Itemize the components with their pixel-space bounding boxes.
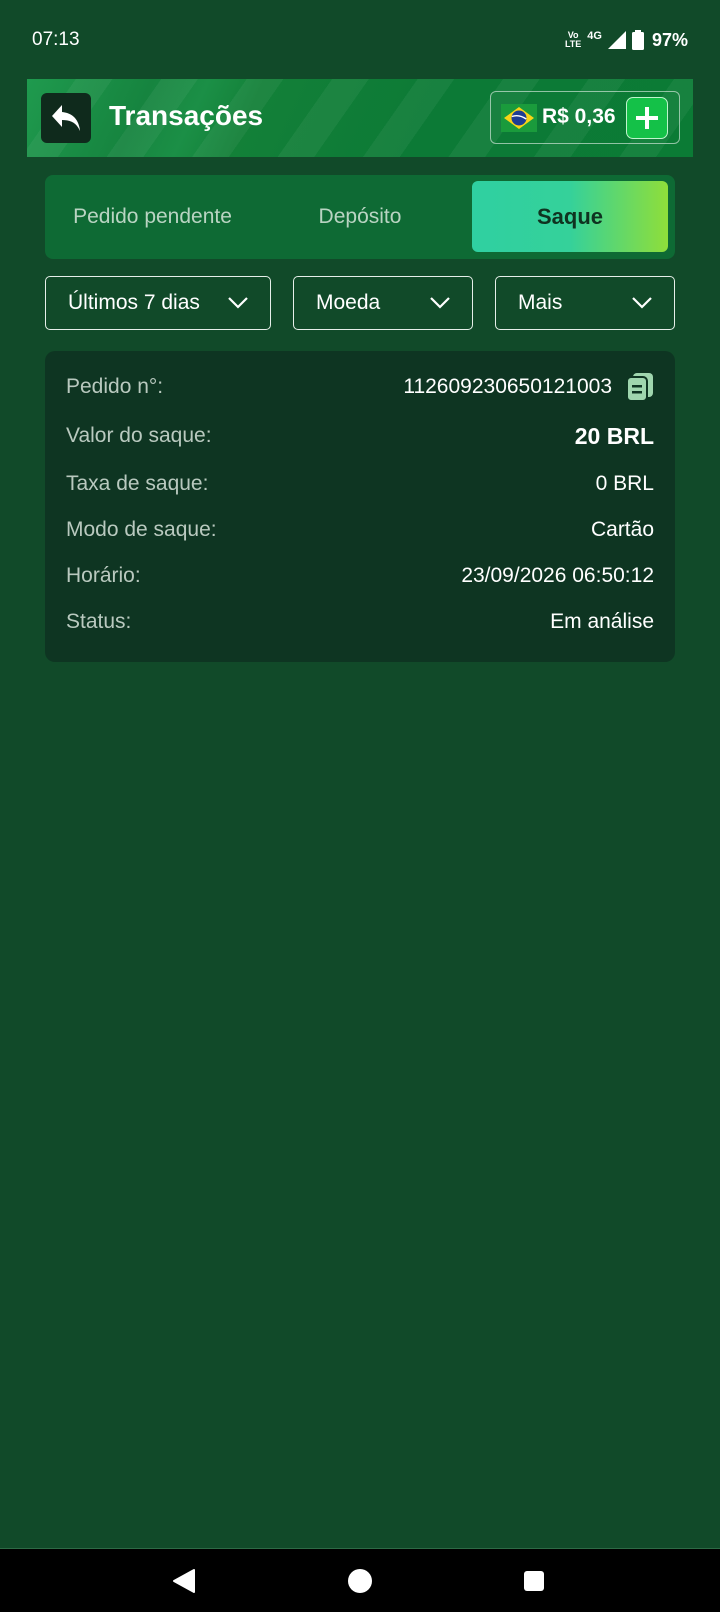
- withdraw-amount-label: Valor do saque:: [66, 424, 212, 447]
- battery-icon: [631, 30, 644, 50]
- withdraw-mode-row: Modo de saque: Cartão: [66, 515, 654, 545]
- status-value: Em análise: [550, 610, 654, 633]
- currency-filter-dropdown[interactable]: Moeda: [293, 276, 473, 330]
- order-number-row: Pedido n°: 112609230650121003: [66, 372, 654, 402]
- status-label: Status:: [66, 610, 132, 633]
- period-filter-dropdown[interactable]: Últimos 7 dias: [45, 276, 271, 330]
- plus-icon: [636, 107, 658, 129]
- currency-filter-label: Moeda: [316, 291, 381, 314]
- withdraw-fee-value: 0 BRL: [595, 472, 654, 495]
- chevron-down-icon: [430, 297, 450, 309]
- nav-back-button[interactable]: [170, 1567, 198, 1595]
- status-row: Status: Em análise: [66, 607, 654, 637]
- transaction-card: Pedido n°: 112609230650121003 Valor do s…: [45, 351, 675, 662]
- withdraw-fee-label: Taxa de saque:: [66, 472, 209, 495]
- withdraw-fee-row: Taxa de saque: 0 BRL: [66, 469, 654, 499]
- time-value: 23/09/2026 06:50:12: [461, 564, 654, 587]
- back-button[interactable]: [41, 93, 91, 143]
- time-row: Horário: 23/09/2026 06:50:12: [66, 561, 654, 591]
- add-funds-button[interactable]: [626, 97, 668, 139]
- nav-recents-button[interactable]: [520, 1567, 548, 1595]
- more-filter-label: Mais: [518, 291, 563, 314]
- balance-box[interactable]: R$ 0,36: [490, 91, 680, 144]
- withdraw-mode-label: Modo de saque:: [66, 518, 217, 541]
- time-label: Horário:: [66, 564, 141, 587]
- balance-amount: R$ 0,36: [542, 105, 616, 128]
- withdraw-mode-value: Cartão: [590, 518, 654, 541]
- signal-icon: [607, 31, 626, 49]
- chevron-down-icon: [228, 297, 248, 309]
- status-bar: 07:13 Vo LTE 4G 97%: [0, 0, 720, 80]
- tab-pending-order[interactable]: Pedido pendente: [45, 181, 260, 252]
- page-title: Transações: [109, 100, 264, 131]
- circle-home-icon: [348, 1569, 372, 1593]
- status-time: 07:13: [32, 29, 80, 50]
- triangle-back-icon: [173, 1569, 195, 1593]
- volte-icon: Vo LTE: [564, 30, 582, 49]
- back-arrow-icon: [52, 105, 80, 131]
- chevron-down-icon: [632, 297, 652, 309]
- tab-withdraw[interactable]: Saque: [472, 181, 668, 252]
- top-header: Transações R$ 0,36: [27, 79, 693, 157]
- transaction-tabs: Pedido pendente Depósito Saque: [45, 175, 675, 259]
- withdraw-amount-value: 20 BRL: [574, 422, 654, 449]
- network-type: 4G: [587, 30, 602, 42]
- order-number-label: Pedido n°:: [66, 375, 164, 398]
- status-icons: Vo LTE 4G 97%: [565, 30, 688, 51]
- order-number-value: 112609230650121003: [403, 375, 612, 398]
- battery-percent: 97%: [651, 29, 688, 50]
- withdraw-amount-row: Valor do saque: 20 BRL: [66, 421, 654, 451]
- nav-home-button[interactable]: [346, 1567, 374, 1595]
- period-filter-label: Últimos 7 dias: [68, 291, 200, 314]
- copy-icon[interactable]: [626, 372, 654, 402]
- more-filter-dropdown[interactable]: Mais: [495, 276, 675, 330]
- order-number-value-group: 112609230650121003: [403, 372, 654, 402]
- brazil-flag-icon: [501, 104, 537, 132]
- system-nav-bar: [0, 1548, 720, 1612]
- tab-deposit[interactable]: Depósito: [260, 181, 460, 252]
- square-recents-icon: [524, 1571, 544, 1591]
